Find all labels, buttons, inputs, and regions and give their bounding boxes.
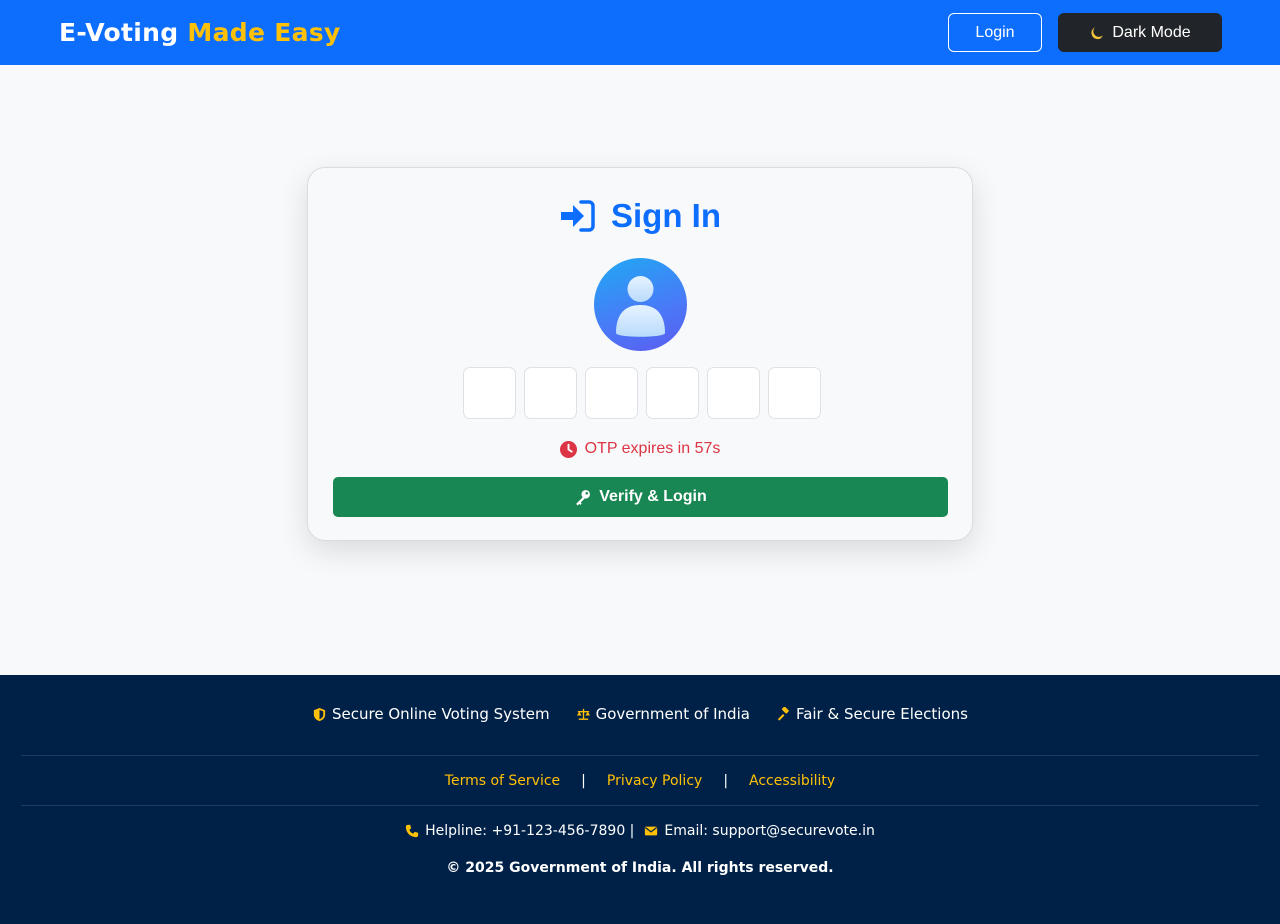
footer-divider [21, 755, 1259, 756]
otp-timer: OTP expires in 57s [308, 437, 972, 461]
avatar [594, 258, 687, 351]
feature-label: Government of India [595, 705, 750, 723]
link-separator: | [723, 773, 729, 789]
helpline-text: Helpline: +91-123-456-7890 | [425, 823, 635, 839]
phone-icon [405, 824, 419, 838]
feature-government: Government of India [576, 703, 750, 725]
footer-divider [21, 805, 1259, 806]
brand-logo[interactable]: E-Voting Made Easy [59, 18, 341, 47]
top-navbar: E-Voting Made Easy Login Dark Mode [0, 0, 1280, 65]
otp-digit-4[interactable] [646, 367, 699, 419]
dark-mode-button[interactable]: Dark Mode [1058, 13, 1222, 52]
card-title-row: Sign In [308, 196, 972, 236]
user-icon [616, 276, 665, 337]
nav-actions: Login Dark Mode [948, 13, 1222, 52]
moon-icon [1091, 26, 1104, 39]
otp-input-group [463, 367, 821, 419]
otp-digit-1[interactable] [463, 367, 516, 419]
otp-digit-2[interactable] [524, 367, 577, 419]
dark-mode-label: Dark Mode [1112, 23, 1191, 41]
otp-digit-5[interactable] [707, 367, 760, 419]
feature-secure-voting: Secure Online Voting System [312, 703, 550, 725]
otp-digit-6[interactable] [768, 367, 821, 419]
sign-in-icon [561, 200, 595, 232]
footer-links: Terms of Service | Privacy Policy | Acce… [0, 770, 1280, 792]
otp-timer-text: OTP expires in 57s [584, 440, 721, 457]
footer: Secure Online Voting System Government o… [0, 675, 1280, 924]
footer-features: Secure Online Voting System Government o… [0, 703, 1280, 725]
shield-icon [313, 707, 326, 721]
clock-icon [559, 440, 577, 458]
footer-contact: Helpline: +91-123-456-7890 | Email: supp… [0, 820, 1280, 842]
verify-login-button[interactable]: Verify & Login [333, 477, 948, 517]
email-text: Email: support@securevote.in [664, 823, 875, 839]
brand-accent-text: Made Easy [187, 18, 341, 47]
feature-label: Secure Online Voting System [332, 705, 550, 723]
otp-digit-3[interactable] [585, 367, 638, 419]
feature-label: Fair & Secure Elections [795, 705, 968, 723]
key-icon [576, 489, 591, 505]
envelope-icon [645, 826, 658, 836]
accessibility-link[interactable]: Accessibility [749, 773, 835, 789]
login-button[interactable]: Login [948, 13, 1042, 52]
privacy-policy-link[interactable]: Privacy Policy [607, 773, 702, 789]
copyright-text: © 2025 Government of India. All rights r… [446, 860, 834, 876]
brand-main-text: E-Voting [59, 18, 179, 47]
link-separator: | [581, 773, 586, 789]
signin-card: Sign In OTP expires in 57s Verify & Logi… [307, 167, 973, 541]
page-title: Sign In [611, 197, 721, 234]
scale-icon [576, 708, 590, 720]
gavel-icon [777, 706, 789, 721]
feature-fair-elections: Fair & Secure Elections [776, 703, 968, 725]
verify-login-label: Verify & Login [599, 488, 707, 505]
terms-of-service-link[interactable]: Terms of Service [445, 773, 560, 789]
